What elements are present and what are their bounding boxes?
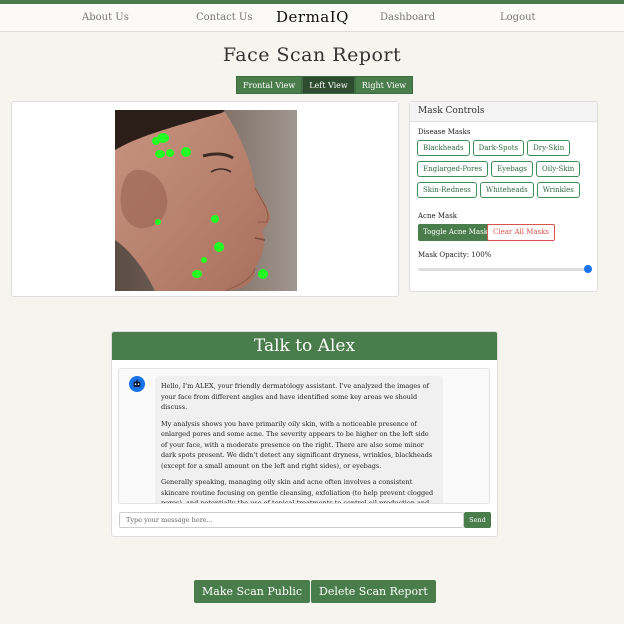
mask-controls-title: Mask Controls: [410, 102, 597, 122]
opacity-slider-thumb[interactable]: [584, 265, 592, 273]
face-profile-illustration: [115, 110, 297, 291]
tab-right-view[interactable]: Right View: [354, 76, 414, 94]
nav-dashboard-link[interactable]: Dashboard: [380, 12, 435, 23]
face-scan-image: [115, 110, 297, 291]
tab-left-view[interactable]: Left View: [302, 76, 355, 94]
chip-skin-redness[interactable]: Skin-Redness: [417, 182, 477, 198]
clear-all-masks-button[interactable]: Clear All Masks: [487, 224, 556, 241]
mask-opacity-label: Mask Opacity: 100%: [418, 251, 492, 259]
tab-frontal-view[interactable]: Frontal View: [236, 76, 303, 94]
message-paragraph: Generally speaking, managing oily skin a…: [161, 478, 434, 504]
chat-log[interactable]: Hello, I'm ALEX, your friendly dermatolo…: [118, 368, 490, 504]
chip-dry-skin[interactable]: Dry-Skin: [527, 140, 571, 156]
navbar: About Us Contact Us DermaIQ Dashboard Lo…: [0, 4, 624, 32]
chat-title: Talk to Alex: [112, 332, 497, 360]
message-paragraph: My analysis shows you have primarily oil…: [161, 419, 433, 470]
disease-masks-label: Disease Masks: [418, 128, 471, 136]
page-title: Face Scan Report: [222, 44, 402, 66]
toggle-acne-mask-button[interactable]: Toggle Acne Mask: [418, 224, 493, 241]
bot-avatar-icon: [129, 376, 145, 392]
chip-enlarged-pores[interactable]: Englarged-Pores: [417, 161, 489, 177]
nav-logout-link[interactable]: Logout: [500, 12, 536, 23]
nav-about-link[interactable]: About Us: [82, 12, 129, 23]
chat-message-input[interactable]: [119, 512, 464, 528]
mask-controls-panel: Mask Controls Disease Masks Blackheads D…: [409, 101, 598, 292]
delete-scan-report-button[interactable]: Delete Scan Report: [311, 580, 436, 603]
brand-logo[interactable]: DermaIQ: [276, 8, 349, 26]
bot-message: Hello, I'm ALEX, your friendly dermatolo…: [155, 376, 443, 504]
send-button[interactable]: Send: [464, 512, 491, 528]
chip-whiteheads[interactable]: Whiteheads: [479, 182, 534, 198]
make-scan-public-button[interactable]: Make Scan Public: [194, 580, 311, 603]
chip-oily-skin[interactable]: Oily-Skin: [536, 161, 581, 177]
message-paragraph: Hello, I'm ALEX, your friendly dermatolo…: [161, 382, 429, 411]
chip-eyebags[interactable]: Eyebags: [491, 161, 533, 177]
scan-image-panel: [11, 101, 399, 297]
opacity-slider-track[interactable]: [418, 268, 588, 271]
disease-mask-chips: Blackheads Dark-Spots Dry-Skin Englarged…: [417, 140, 597, 203]
chip-dark-spots[interactable]: Dark-Spots: [472, 140, 525, 156]
chip-blackheads[interactable]: Blackheads: [417, 140, 470, 156]
view-tabs: Frontal View Left View Right View: [236, 76, 414, 94]
chat-panel: Talk to Alex Hello, I'm ALEX, your frien…: [111, 331, 498, 537]
nav-contact-link[interactable]: Contact Us: [196, 12, 252, 23]
chip-wrinkles[interactable]: Wrinkles: [536, 182, 580, 198]
acne-mask-label: Acne Mask: [418, 212, 458, 220]
